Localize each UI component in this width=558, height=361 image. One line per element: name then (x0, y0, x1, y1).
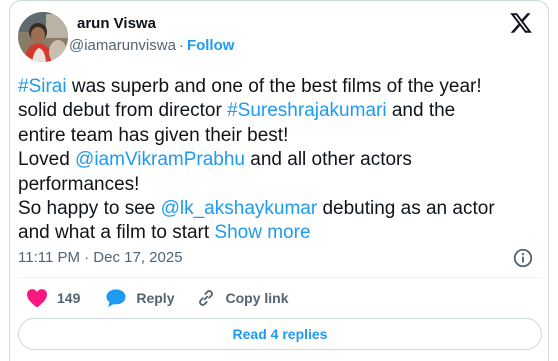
separator-dot: · (178, 37, 184, 54)
author-handle[interactable]: @iamarunviswa (69, 37, 176, 54)
tweet-line: So happy to see @lk_akshaykumar debuting… (18, 197, 543, 221)
tweet-text-segment: solid debut from director (18, 100, 228, 122)
hashtag-link[interactable]: #Sirai (18, 76, 67, 97)
tweet-text-segment: and all other actors (245, 149, 412, 171)
heart-icon (27, 289, 47, 308)
mention-link[interactable]: @iamVikramPrabhu (75, 149, 245, 170)
tweet-text-segment: and the (386, 100, 456, 122)
author-handle-row: @iamarunviswa · Follow (69, 37, 234, 55)
author-display-name[interactable]: arun Viswa (77, 15, 156, 33)
reply-button[interactable]: Reply (105, 288, 174, 308)
reply-bubble-icon (106, 289, 126, 308)
tweet-text-segment: So happy to see (18, 198, 161, 220)
like-count: 149 (57, 290, 81, 306)
avatar[interactable] (18, 12, 68, 62)
mention-link[interactable]: @lk_akshaykumar (161, 198, 318, 219)
x-logo-icon[interactable] (509, 11, 533, 35)
read-replies-button[interactable]: Read 4 replies (18, 318, 542, 350)
action-bar: 149 Reply Copy link (26, 287, 289, 309)
show-more-link[interactable]: Show more (214, 222, 310, 243)
copy-link-label: Copy link (225, 290, 289, 306)
link-icon (199, 290, 214, 306)
tweet-text-segment: Loved (18, 149, 76, 171)
tweet-line: performances! (18, 173, 543, 197)
info-icon[interactable] (512, 247, 534, 269)
tweet-text-segment: was superb and one of the best films of … (66, 76, 482, 97)
tweet-line: solid debut from director #Sureshrajakum… (18, 99, 543, 123)
avatar-image (18, 12, 68, 62)
tweet-text-segment: debuting as an actor (317, 198, 495, 220)
tweet-line: #Sirai was superb and one of the best fi… (18, 75, 543, 99)
hashtag-link[interactable]: #Sureshrajakumari (227, 100, 386, 121)
tweet-line: entire team has given their best! (18, 124, 543, 148)
tweet-text-segment: performances! (18, 173, 140, 195)
divider (18, 277, 542, 278)
tweet-text-segment: entire team has given their best! (18, 124, 289, 146)
tweet-timestamp[interactable]: 11:11 PM · Dec 17, 2025 (18, 249, 183, 267)
tweet-text: #Sirai was superb and one of the best fi… (18, 75, 543, 246)
follow-button[interactable]: Follow (187, 37, 235, 54)
tweet-text-segment: and what a film to start (18, 222, 215, 244)
tweet-line: and what a film to start Show more (18, 221, 543, 245)
reply-label: Reply (136, 290, 175, 306)
tweet-card: arun Viswa @iamarunviswa · Follow #Sirai w… (9, 0, 549, 361)
like-button[interactable]: 149 (26, 288, 80, 308)
tweet-line: Loved @iamVikramPrabhu and all other act… (18, 148, 543, 172)
copy-link-button[interactable]: Copy link (196, 288, 289, 308)
